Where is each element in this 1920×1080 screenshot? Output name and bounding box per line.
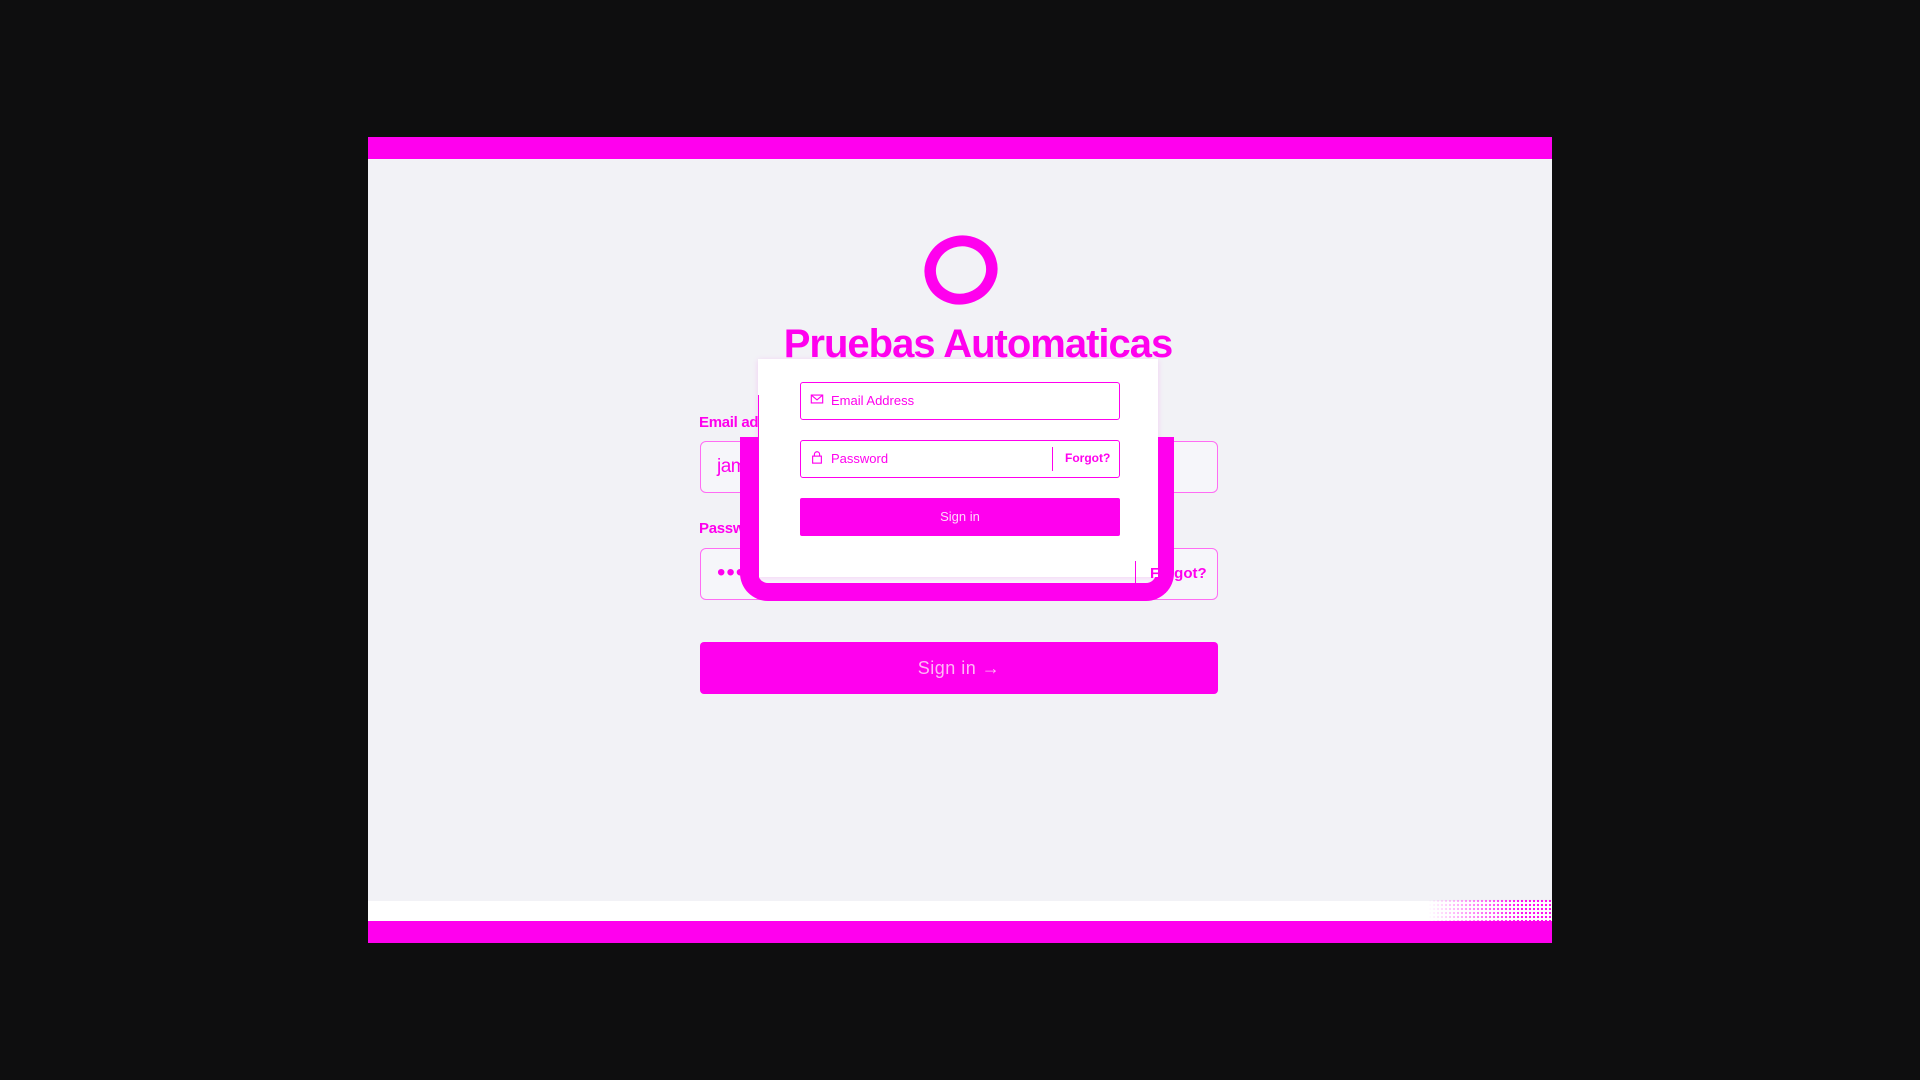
- overlay-signin-button[interactable]: Sign in: [800, 498, 1120, 536]
- signin-button[interactable]: Sign in →: [700, 642, 1218, 694]
- overlay-password-input[interactable]: Password Forgot?: [800, 440, 1120, 478]
- login-screen: Pruebas Automaticas Email address james@…: [368, 137, 1552, 943]
- overlay-password-placeholder: Password: [831, 451, 889, 466]
- overlay-email-placeholder: Email Address: [831, 393, 915, 408]
- dither-pattern: [1428, 899, 1552, 921]
- envelope-icon: [810, 394, 824, 404]
- overlay-forgot-link[interactable]: Forgot?: [1065, 451, 1110, 465]
- forgot-divider: [1135, 561, 1136, 587]
- overlay-email-input[interactable]: Email Address: [800, 382, 1120, 420]
- top-accent-band: [368, 137, 1552, 159]
- overlay-forgot-divider: [1052, 447, 1053, 471]
- bottom-accent-band: [368, 921, 1552, 943]
- lock-icon: [812, 451, 822, 464]
- ring-logo-icon: [915, 226, 1007, 314]
- footer-strip: [368, 901, 1552, 921]
- forgot-password-link[interactable]: Forgot?: [1150, 565, 1207, 582]
- overlay-divider: [758, 395, 759, 585]
